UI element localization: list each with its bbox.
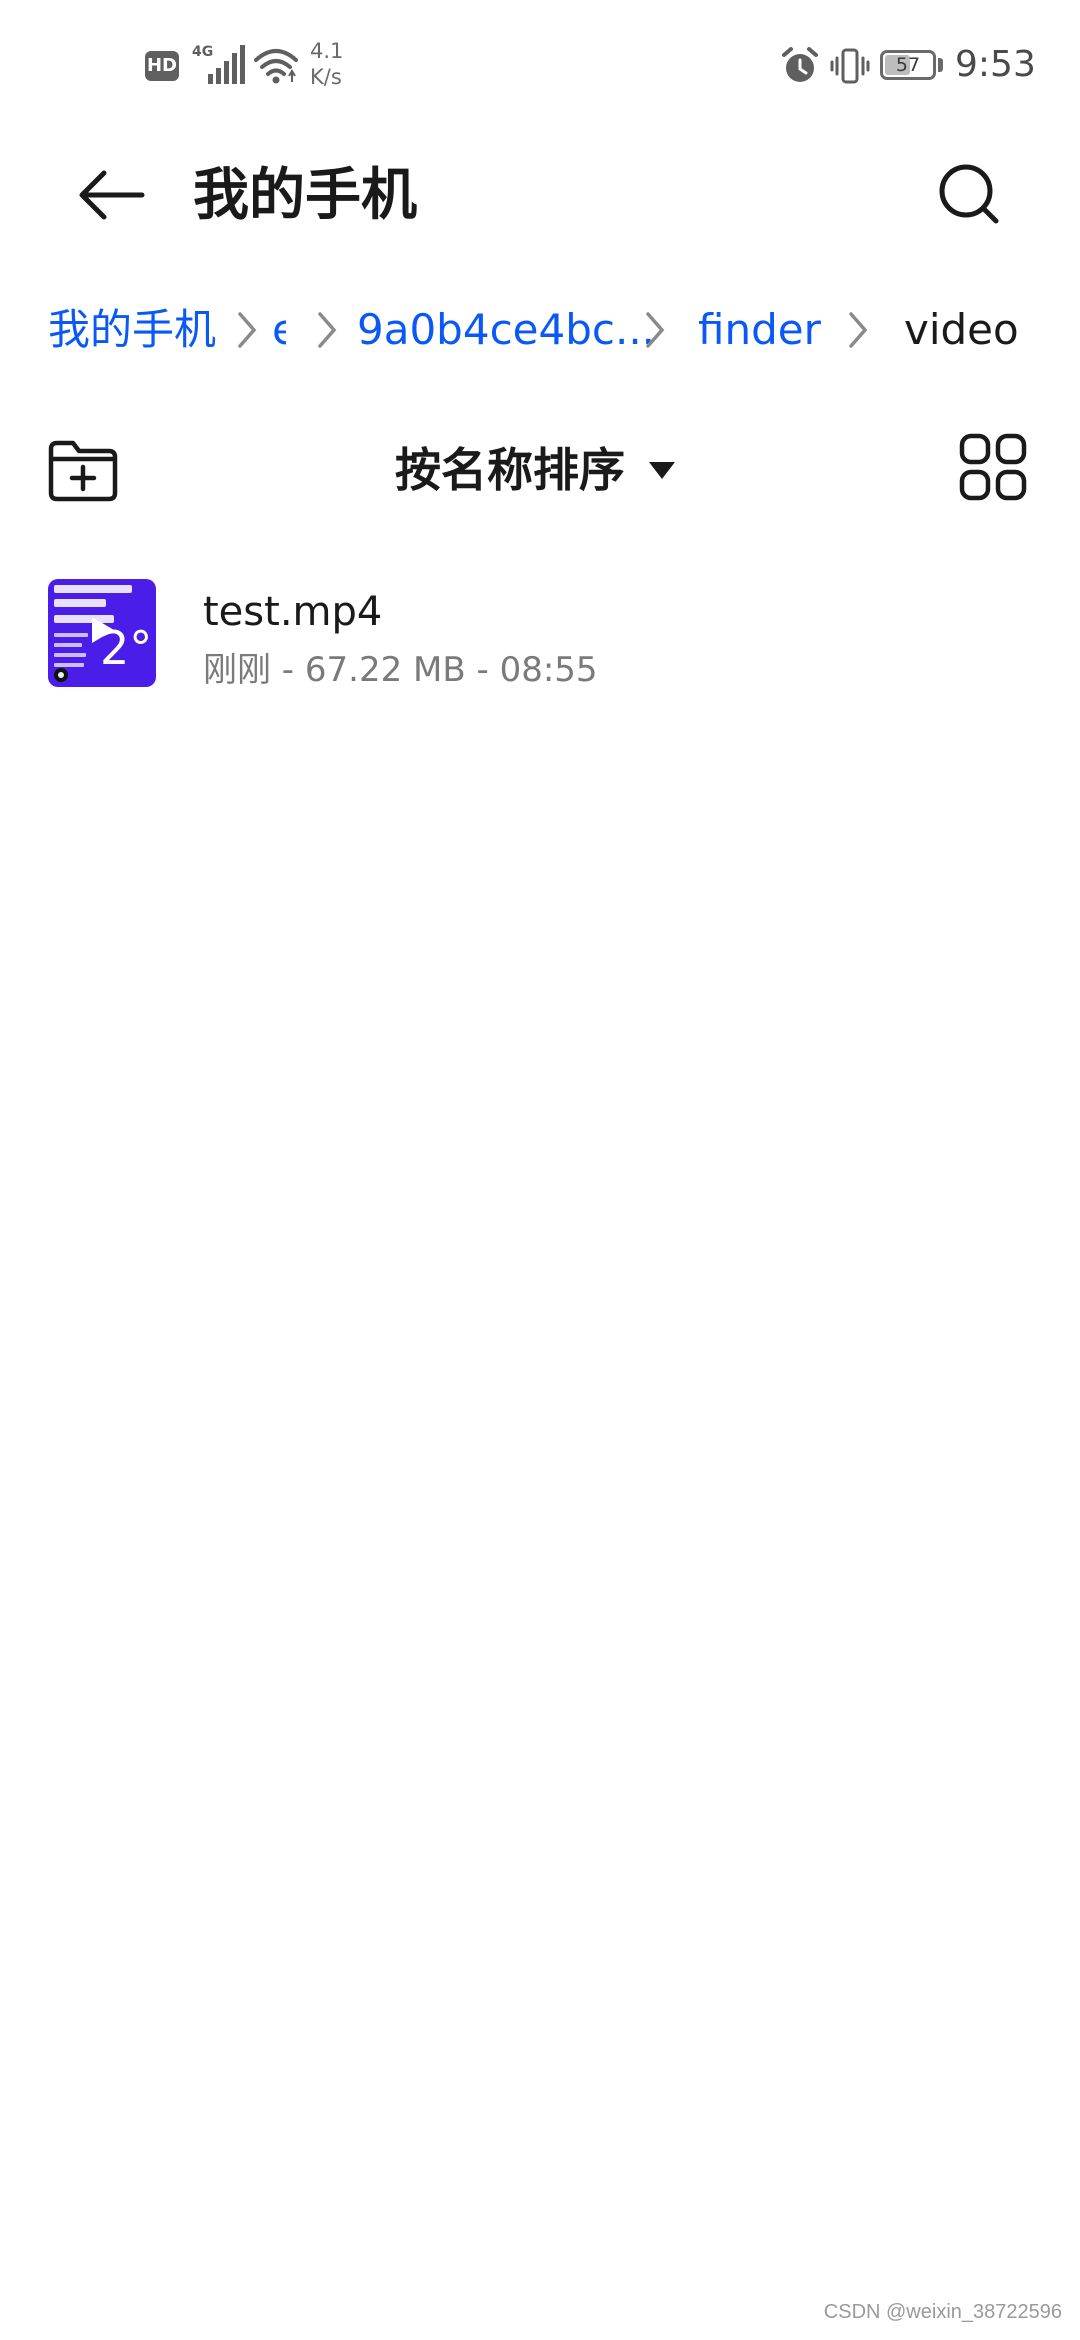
breadcrumb: 我的手机 e 9a0b4ce4bc... finder video (0, 290, 1080, 370)
vibrate-icon (830, 46, 870, 90)
back-button[interactable] (70, 155, 150, 235)
breadcrumb-item-current: video (904, 305, 1019, 354)
file-meta: 刚刚 - 67.22 MB - 08:55 (203, 650, 598, 690)
list-item[interactable]: 2° test.mp4 刚刚 - 67.22 MB - 08:55 (0, 565, 1080, 695)
record-icon (54, 668, 68, 682)
new-folder-button[interactable] (45, 435, 121, 505)
chevron-right-icon (238, 312, 257, 348)
status-bar: HD 4G 4.1 K/s 57 9:53 (0, 0, 1080, 130)
folder-plus-icon (48, 440, 118, 502)
toolbar: 按名称排序 (0, 420, 1080, 520)
battery-icon: 57 (880, 50, 936, 80)
battery-tip (938, 58, 943, 72)
alarm-icon (780, 46, 820, 90)
view-toggle-button[interactable] (958, 432, 1028, 502)
breadcrumb-item-3[interactable]: 9a0b4ce4bc... (357, 302, 655, 358)
watermark: CSDN @weixin_38722596 (823, 2301, 1062, 2323)
network-speed-value: 4.1 (310, 39, 344, 63)
chevron-right-icon (646, 312, 665, 348)
hd-badge: HD (145, 51, 179, 81)
sort-dropdown[interactable]: 按名称排序 (395, 434, 677, 506)
page-title: 我的手机 (193, 163, 417, 228)
clock: 9:53 (955, 44, 1036, 85)
chevron-right-icon (318, 312, 337, 348)
breadcrumb-item-root[interactable]: 我的手机 (48, 302, 216, 358)
file-name: test.mp4 (203, 589, 383, 635)
network-type-label: 4G (192, 44, 213, 60)
wifi-icon (253, 46, 299, 90)
arrow-left-icon (79, 170, 145, 220)
title-bar: 我的手机 (0, 130, 1080, 260)
network-speed-unit: K/s (310, 65, 342, 89)
breadcrumb-item-2[interactable]: e (272, 302, 286, 358)
search-button[interactable] (930, 155, 1010, 235)
breadcrumb-item-4[interactable]: finder (698, 302, 821, 358)
grid-view-icon (959, 433, 1027, 501)
search-icon (939, 164, 999, 224)
network-speed: 4.1 K/s (310, 38, 370, 90)
sort-label: 按名称排序 (395, 443, 625, 497)
video-thumbnail: 2° (48, 579, 156, 687)
caret-down-icon (649, 462, 675, 479)
battery-level: 57 (895, 54, 921, 76)
cellular-signal-icon: 4G (190, 42, 250, 90)
chevron-right-icon (849, 312, 868, 348)
thumbnail-digit: 2° (100, 621, 153, 675)
